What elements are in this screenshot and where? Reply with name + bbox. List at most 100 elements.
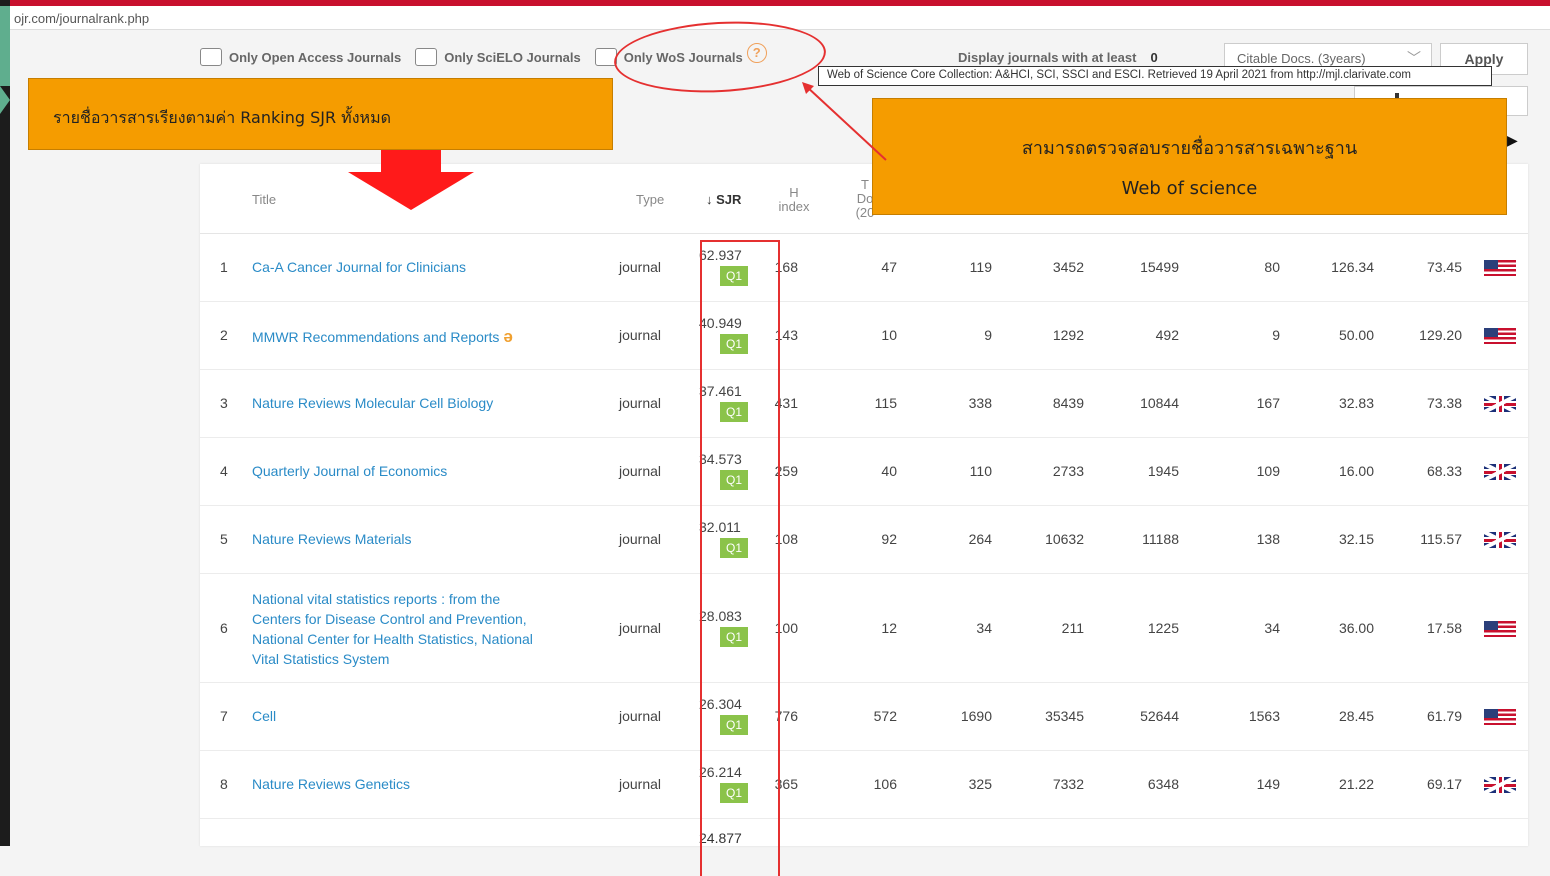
header-h-index[interactable]: Hindex	[774, 186, 814, 214]
title-link[interactable]: Quarterly Journal of Economics	[252, 463, 447, 479]
header-sjr[interactable]: ↓ SJR	[706, 192, 741, 207]
open-access-checkbox[interactable]: Only Open Access Journals	[200, 48, 401, 66]
cpd-cell: 50.00	[1338, 327, 1374, 343]
cpd-cell: 28.45	[1338, 708, 1374, 724]
table-row: 5 Nature Reviews Materials journal 32.011 Q1…	[200, 506, 1528, 574]
docs-cell: 115	[874, 395, 897, 411]
refs-cell: 10632	[1045, 531, 1084, 547]
checkbox-box[interactable]	[200, 48, 222, 66]
refs-cell: 2733	[1052, 463, 1084, 479]
down-arrow-icon	[348, 150, 474, 210]
refs-cell: 3452	[1052, 259, 1084, 275]
cites3-cell: 10844	[1140, 395, 1179, 411]
refpd-cell: 68.33	[1426, 463, 1462, 479]
title-line: Vital Statistics System	[252, 650, 390, 667]
title-link[interactable]: National vital statistics reports : from…	[252, 589, 592, 669]
title-link[interactable]: Nature Reviews Materials	[252, 531, 412, 547]
cites3-cell: 1225	[1147, 619, 1179, 636]
docs3-cell: 9	[984, 327, 992, 343]
url-text: ojr.com/journalrank.php	[14, 11, 150, 26]
docs3-cell: 264	[968, 531, 992, 547]
type-cell: journal	[619, 708, 662, 724]
cpd-cell: 36.00	[1338, 619, 1374, 636]
wos-tooltip: Web of Science Core Collection: A&HCI, S…	[818, 66, 1492, 86]
refpd-cell: 115.57	[1420, 531, 1462, 547]
docs3-cell: 119	[969, 259, 992, 275]
scielo-checkbox[interactable]: Only SciELO Journals	[415, 48, 581, 66]
table-row: 4 Quarterly Journal of Economics journal 34…	[200, 438, 1528, 506]
type-cell: journal	[619, 776, 662, 792]
docs-cell: 572	[873, 708, 897, 724]
docs3-cell: 1690	[960, 708, 992, 724]
citable3-cell: 109	[1256, 463, 1280, 479]
type-cell: journal	[619, 531, 662, 547]
header-type[interactable]: Type	[636, 192, 664, 207]
refpd-cell: 73.38	[1426, 395, 1462, 411]
citable3-cell: 149	[1256, 776, 1280, 792]
next-page-icon[interactable]: ▶	[1507, 132, 1518, 149]
h-cell: 100	[774, 619, 798, 636]
rank-cell: 2	[220, 327, 228, 343]
uk-flag-icon	[1484, 777, 1516, 793]
us-flag-icon	[1484, 328, 1516, 344]
refpd-cell: 61.79	[1426, 708, 1462, 724]
header-h: H	[789, 185, 799, 200]
select-value: Citable Docs. (3years)	[1237, 51, 1366, 66]
rank-cell: 4	[220, 463, 228, 479]
cpd-cell: 32.83	[1338, 395, 1374, 411]
scielo-label: Only SciELO Journals	[444, 49, 581, 65]
title-link[interactable]: MMWR Recommendations and Reports ə	[252, 327, 513, 347]
cites3-cell: 15499	[1140, 259, 1179, 275]
title-link[interactable]: Ca-A Cancer Journal for Clinicians	[252, 259, 466, 275]
type-cell: journal	[619, 463, 662, 479]
quartile-badge: Q1	[720, 266, 748, 286]
sjr-value: 26.304	[699, 696, 742, 712]
docs3-cell: 338	[968, 395, 992, 411]
refs-cell: 211	[1061, 619, 1084, 636]
rank-cell: 6	[220, 619, 228, 636]
title-link[interactable]: Nature Reviews Genetics	[252, 776, 410, 792]
docs-cell: 12	[881, 619, 897, 636]
display-value[interactable]: 0	[1150, 50, 1157, 65]
partial-sjr-value: 24.877	[699, 830, 742, 846]
quartile-badge: Q1	[720, 538, 748, 558]
cpd-cell: 21.22	[1338, 776, 1374, 792]
sjr-value: 34.573	[699, 451, 742, 467]
open-access-label: Only Open Access Journals	[229, 49, 402, 65]
title-text: Nature Reviews Molecular Cell Biology	[252, 395, 494, 411]
type-cell: journal	[619, 327, 662, 343]
title-link[interactable]: Cell	[252, 708, 276, 724]
quartile-badge: Q1	[720, 715, 748, 735]
citable3-cell: 80	[1264, 259, 1280, 275]
type-cell: journal	[619, 259, 662, 275]
citable3-cell: 1563	[1248, 708, 1280, 724]
rank-cell: 3	[220, 395, 228, 411]
page: Only Open Access Journals Only SciELO Jo…	[10, 16, 1550, 876]
checkbox-box[interactable]	[415, 48, 438, 66]
quartile-badge: Q1	[720, 334, 748, 354]
sjr-value: 28.083	[699, 607, 742, 624]
quartile-badge: Q1	[720, 783, 748, 803]
title-text: Quarterly Journal of Economics	[252, 463, 448, 479]
h-cell: 259	[774, 463, 798, 479]
title-line: National vital statistics reports : from…	[252, 590, 501, 607]
sjr-value: 40.949	[699, 315, 742, 331]
title-link[interactable]: Nature Reviews Molecular Cell Biology	[252, 395, 493, 411]
citable3-cell: 167	[1256, 395, 1280, 411]
table-row: 3 Nature Reviews Molecular Cell Biology jo…	[200, 370, 1528, 438]
us-flag-icon	[1484, 260, 1516, 276]
h-cell: 365	[774, 776, 798, 792]
pointer-arrow-icon	[802, 82, 887, 161]
docs-cell: 10	[881, 327, 897, 343]
refs-cell: 1292	[1052, 327, 1084, 343]
uk-flag-icon	[1484, 532, 1516, 548]
h-cell: 776	[774, 708, 798, 724]
cpd-cell: 126.34	[1331, 259, 1374, 275]
rank-cell: 8	[220, 776, 228, 792]
refpd-cell: 73.45	[1426, 259, 1462, 275]
title-text: Nature Reviews Genetics	[252, 776, 410, 792]
cites3-cell: 492	[1155, 327, 1179, 343]
title-line: Centers for Disease Control and Preventi…	[252, 610, 527, 627]
header-title[interactable]: Title	[252, 192, 276, 207]
title-text: Ca-A Cancer Journal for Clinicians	[252, 259, 466, 275]
